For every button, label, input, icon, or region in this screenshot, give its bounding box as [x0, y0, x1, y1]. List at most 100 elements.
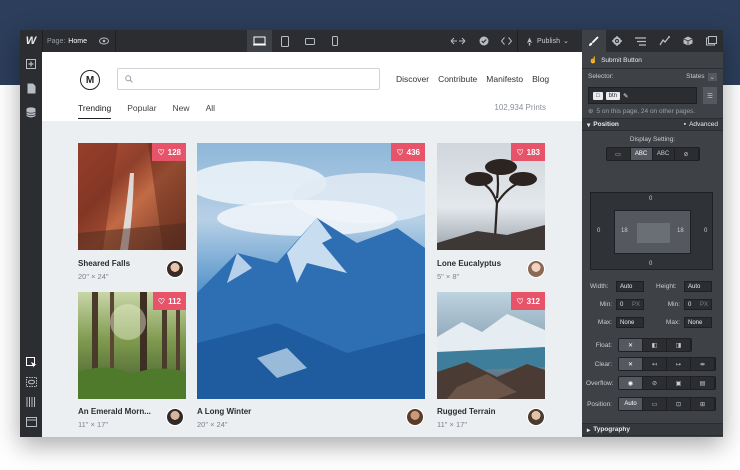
pages-icon[interactable] [20, 76, 42, 100]
margin-right-value[interactable]: 0 [704, 228, 707, 234]
export-code-icon[interactable] [20, 412, 42, 432]
height-input[interactable]: Auto [684, 281, 712, 292]
style-brush-icon[interactable] [582, 30, 606, 52]
card-title[interactable]: An Emerald Morn... [78, 407, 151, 416]
code-icon[interactable] [495, 30, 517, 52]
overflow-scroll-icon[interactable]: ▣ [667, 377, 691, 389]
nav-link-discover[interactable]: Discover [396, 74, 429, 84]
padding-left-value[interactable]: 18 [621, 228, 628, 234]
card-image-lone-eucalyptus[interactable]: ♡ 183 [437, 143, 545, 250]
app-logo[interactable]: W [20, 35, 42, 47]
width-input[interactable]: Auto [616, 281, 644, 292]
phone-view-icon[interactable] [322, 30, 347, 52]
float-left-button[interactable]: ◧ [643, 339, 667, 351]
selector-chip-class[interactable]: btn [605, 91, 620, 100]
nav-link-blog[interactable]: Blog [532, 74, 549, 84]
nav-link-contribute[interactable]: Contribute [438, 74, 477, 84]
desktop-view-icon[interactable] [247, 30, 272, 52]
clear-right-button[interactable]: ↦ [667, 358, 691, 370]
preview-eye-icon[interactable] [93, 30, 115, 52]
float-right-button[interactable]: ◨ [667, 339, 691, 351]
display-none-button[interactable]: ⊘ [674, 148, 699, 160]
min-width-input[interactable]: 0 PX [616, 299, 644, 310]
card-image-sheared-falls[interactable]: ♡ 128 [78, 143, 186, 250]
max-height-input[interactable]: None [684, 317, 712, 328]
selector-menu-icon[interactable]: ☰ [703, 87, 717, 104]
padding-right-value[interactable]: 18 [677, 228, 684, 234]
publish-button[interactable]: Publish ⌄ [518, 37, 576, 46]
search-icon [125, 75, 133, 83]
landscape-phone-view-icon[interactable] [297, 30, 322, 52]
card-image-an-emerald-morning[interactable]: ♡ 112 [78, 292, 186, 399]
tablet-view-icon[interactable] [272, 30, 297, 52]
margin-top-value[interactable]: 0 [649, 196, 652, 202]
design-canvas[interactable]: M Discover Contribute Manifesto Blog Tre… [42, 52, 582, 437]
pencil-icon[interactable]: ✎ [623, 92, 628, 100]
preview-selection-icon[interactable] [20, 372, 42, 392]
clear-none-button[interactable]: ✕ [619, 358, 643, 370]
page-selector[interactable]: Page: Home [47, 38, 87, 45]
card-image-a-long-winter[interactable]: ♡ 436 [197, 143, 425, 399]
position-fixed-icon[interactable]: ⊞ [691, 398, 715, 410]
navigator-icon[interactable] [629, 30, 653, 52]
display-inline-button[interactable]: ABC [652, 148, 675, 160]
interactions-icon[interactable] [653, 30, 677, 52]
undo-redo-icon[interactable] [443, 30, 473, 52]
position-absolute-icon[interactable]: ⊡ [667, 398, 691, 410]
cube-symbols-icon[interactable] [676, 30, 700, 52]
like-badge[interactable]: ♡ 436 [391, 143, 425, 161]
overflow-visible-eye-icon[interactable]: ◉ [619, 377, 643, 389]
position-section-header[interactable]: ▾ Position ▪ Advanced [582, 118, 723, 131]
avatar[interactable] [166, 408, 184, 426]
tab-all[interactable]: All [206, 103, 215, 119]
avatar[interactable] [527, 260, 545, 278]
states-dropdown[interactable]: States ⌄ [686, 72, 717, 81]
select-cursor-icon[interactable] [20, 352, 42, 372]
check-status-icon[interactable] [473, 30, 495, 52]
overflow-auto-icon[interactable]: ▤ [691, 377, 715, 389]
tab-trending[interactable]: Trending [78, 103, 112, 119]
tab-popular[interactable]: Popular [127, 103, 156, 119]
margin-left-value[interactable]: 0 [597, 228, 600, 234]
selector-chip-element[interactable]: □ [593, 91, 603, 100]
site-logo[interactable]: M [80, 70, 100, 90]
display-block-button[interactable]: ▭ [606, 148, 631, 160]
clear-left-button[interactable]: ↤ [643, 358, 667, 370]
nav-link-manifesto[interactable]: Manifesto [486, 74, 523, 84]
position-relative-icon[interactable]: ▭ [643, 398, 667, 410]
width-label: Width: [590, 283, 609, 290]
max-width-input[interactable]: None [616, 317, 644, 328]
avatar[interactable] [527, 408, 545, 426]
left-toolbar-bottom [20, 352, 42, 432]
like-badge[interactable]: ♡ 312 [511, 292, 545, 310]
like-badge[interactable]: ♡ 128 [152, 143, 186, 161]
overflow-hidden-icon[interactable]: ⊘ [643, 377, 667, 389]
card-title[interactable]: Rugged Terrain [437, 407, 496, 416]
advanced-toggle[interactable]: ▪ Advanced [684, 121, 718, 128]
clear-both-button[interactable]: ⇹ [691, 358, 715, 370]
tab-new[interactable]: New [173, 103, 190, 119]
page-value: Home [68, 37, 87, 45]
min-height-input[interactable]: 0 PX [684, 299, 712, 310]
card-title[interactable]: Lone Eucalyptus [437, 259, 501, 268]
display-inline-block-button[interactable]: ABC [630, 148, 653, 160]
like-badge[interactable]: ♡ 183 [511, 143, 545, 161]
margin-bottom-value[interactable]: 0 [649, 261, 652, 267]
card-image-rugged-terrain[interactable]: ♡ 312 [437, 292, 545, 399]
add-element-icon[interactable] [20, 52, 42, 76]
card-title[interactable]: A Long Winter [197, 407, 251, 416]
float-none-button[interactable]: ✕ [619, 339, 643, 351]
like-badge[interactable]: ♡ 112 [152, 292, 186, 310]
box-model-editor[interactable]: 0 0 0 0 18 18 [590, 192, 713, 270]
settings-gear-icon[interactable] [606, 30, 630, 52]
avatar[interactable] [166, 260, 184, 278]
selector-field[interactable]: □ btn ✎ [588, 87, 697, 104]
grid-overlay-icon[interactable] [20, 392, 42, 412]
avatar[interactable] [406, 408, 424, 426]
typography-section-header[interactable]: ▸ Typography [582, 423, 723, 436]
card-title[interactable]: Sheared Falls [78, 259, 130, 268]
cms-database-icon[interactable] [20, 100, 42, 124]
search-input[interactable] [117, 68, 380, 90]
assets-images-icon[interactable] [700, 30, 724, 52]
position-auto-button[interactable]: Auto [619, 398, 643, 410]
